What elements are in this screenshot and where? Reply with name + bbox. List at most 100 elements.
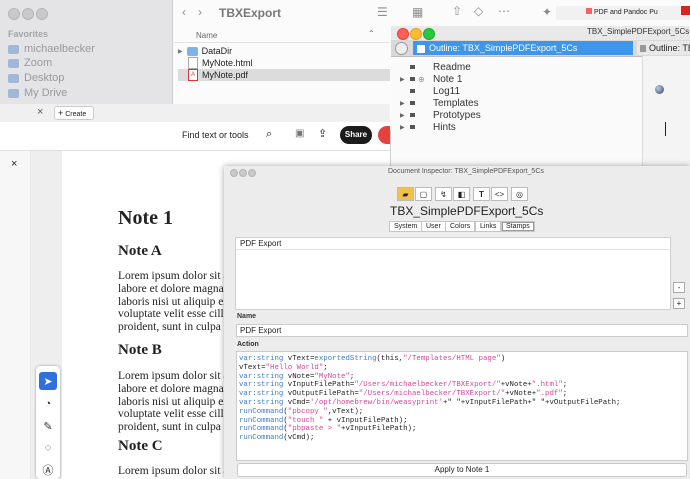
properties-pane-icon[interactable]: ▰ [397, 187, 414, 201]
file-row-pdf[interactable]: A MyNote.pdf [178, 69, 390, 81]
sidebar-item-my-drive[interactable]: My Drive [8, 87, 67, 99]
document-pane-icon[interactable]: ◎ [511, 187, 528, 201]
tab-label: PDF and Pandoc Pu [594, 9, 658, 16]
minimize-traffic-light[interactable] [239, 169, 247, 177]
close-traffic-light[interactable] [397, 28, 409, 40]
acrobat-red-button[interactable] [378, 126, 390, 144]
sidebar-item-home[interactable]: michaelbecker [8, 43, 95, 55]
tab-label: Outline: TBX_SimplePDFExport_5Cs [429, 43, 578, 53]
code-token: vOutputFilePath= [283, 390, 359, 399]
zoom-traffic-light[interactable] [36, 8, 48, 20]
code-line: runCommand("touch " + vInputFilePath); [239, 417, 408, 426]
column-header[interactable]: Name ⌃ [172, 28, 390, 43]
code-token: var:string [239, 399, 284, 407]
stamp-list-item[interactable]: PDF Export [236, 238, 672, 250]
link-icon: ⊕ [418, 74, 425, 84]
doc-line: Lorem ipsum dolor sit amet [118, 370, 226, 382]
disclosure-icon[interactable]: ▶ [400, 76, 405, 83]
code-token: "Hello World" [265, 363, 324, 372]
tab-colors[interactable]: Colors [445, 221, 476, 232]
browser-tab-pandoc[interactable]: PDF and Pandoc Pu [556, 6, 690, 20]
share-button[interactable]: Share [340, 126, 372, 144]
tab-system[interactable]: System [389, 221, 423, 232]
code-pane-icon[interactable]: <> [491, 187, 508, 201]
appearance-pane-icon[interactable]: ▢ [415, 187, 432, 201]
text-box-icon[interactable]: Ⓐ [39, 461, 57, 479]
minimize-traffic-light[interactable] [410, 28, 422, 40]
view-list-icon[interactable]: ☰ [377, 5, 388, 19]
close-traffic-light[interactable] [230, 169, 238, 177]
plus-icon: + [58, 108, 64, 118]
tab-links[interactable]: Links [475, 221, 502, 232]
sidebar-item-desktop[interactable]: Desktop [8, 72, 64, 84]
sidebar-item-zoom[interactable]: Zoom [8, 57, 52, 69]
code-token: "pbpaste > " [287, 425, 342, 434]
minimize-traffic-light[interactable] [22, 8, 34, 20]
apply-to-note-button[interactable]: Apply to Note 1 [237, 463, 687, 477]
doc-title: Note 1 [118, 207, 173, 229]
note-icon [410, 65, 415, 69]
disclosure-icon[interactable]: ▶ [400, 112, 405, 119]
tab-outline-second[interactable]: Outline: TB [637, 41, 690, 55]
pdf-tabbar: × + Create [0, 104, 390, 123]
browser-tab-red-icon[interactable] [681, 6, 690, 15]
text-pane-icon[interactable]: T [473, 187, 490, 201]
tab-back-icon[interactable] [395, 42, 408, 55]
note-icon [410, 113, 415, 117]
zoom-traffic-light[interactable] [423, 28, 435, 40]
tab-user[interactable]: User [421, 221, 446, 232]
code-token: +vNote+ [500, 381, 532, 390]
more-icon[interactable]: ⋯ [498, 4, 510, 18]
create-tab-button[interactable]: + Create [54, 106, 94, 120]
code-token: +vInputFilePath); [341, 425, 417, 434]
stamp-name-field[interactable]: PDF Export [236, 324, 688, 337]
desktop-icon [8, 73, 19, 83]
close-panel-icon[interactable]: × [11, 158, 17, 170]
outline-label: Prototypes [433, 109, 481, 121]
disclosure-icon[interactable]: ▶ [178, 48, 183, 55]
outline-label: Readme [433, 61, 471, 73]
zoom-traffic-light[interactable] [248, 169, 256, 177]
tab-outline-active[interactable]: Outline: TBX_SimplePDFExport_5Cs [413, 41, 633, 55]
file-row-datadir[interactable]: ▶ DataDir [178, 45, 390, 57]
forward-icon[interactable]: › [198, 5, 202, 19]
remove-stamp-button[interactable]: - [673, 282, 685, 293]
close-tab-icon[interactable]: × [37, 106, 43, 118]
search-icon[interactable]: ⌕ [266, 128, 272, 141]
lasso-icon[interactable]: ◌ [39, 439, 57, 457]
code-token: "MyNote" [314, 372, 350, 381]
quickstamp-pane-icon[interactable]: ◧ [453, 187, 470, 201]
file-row-html[interactable]: MyNote.html [178, 57, 390, 69]
column-name-label: Name [196, 31, 218, 40]
add-stamp-button[interactable]: + [673, 298, 685, 309]
action-pane-icon[interactable]: ↯ [435, 187, 452, 201]
find-tools-label[interactable]: Find text or tools [182, 130, 249, 140]
pdf-file-icon: A [188, 69, 198, 81]
group-icon[interactable]: ▦ [412, 5, 423, 19]
dropbox-icon[interactable]: ✦ [542, 5, 552, 19]
code-token: var:string [239, 372, 284, 381]
select-cursor-icon[interactable]: ➤ [39, 372, 57, 390]
pen-icon[interactable]: ✎ [39, 417, 57, 435]
code-token: ; [562, 381, 568, 390]
favorites-heading: Favorites [8, 29, 49, 39]
tag-icon[interactable]: ◇ [474, 4, 483, 18]
code-token: ) [500, 355, 506, 363]
note-icon [410, 89, 415, 93]
doc-line: laboris nisi ut aliquip ex ea [118, 295, 226, 308]
tab-stamps[interactable]: Stamps [501, 221, 535, 232]
close-traffic-light[interactable] [8, 8, 20, 20]
outline-label: Templates [433, 97, 479, 109]
share-icon[interactable]: ⇧ [452, 4, 462, 18]
html-file-icon [188, 57, 198, 69]
disclosure-icon[interactable]: ▶ [400, 100, 405, 107]
save-icon[interactable]: ▣ [295, 128, 304, 139]
disclosure-icon[interactable]: ▶ [400, 124, 405, 131]
code-token: +vNote+ [505, 390, 537, 399]
comment-icon[interactable]: ◔ [39, 395, 57, 413]
back-icon[interactable]: ‹ [182, 5, 186, 19]
code-token: vCmd= [283, 399, 310, 407]
upload-icon[interactable]: ⇪ [318, 127, 327, 140]
code-token: ,vText); [327, 407, 364, 416]
tinderbox-titlebar: TBX_SimplePDFExport_5Cs.tbx — [391, 26, 690, 40]
